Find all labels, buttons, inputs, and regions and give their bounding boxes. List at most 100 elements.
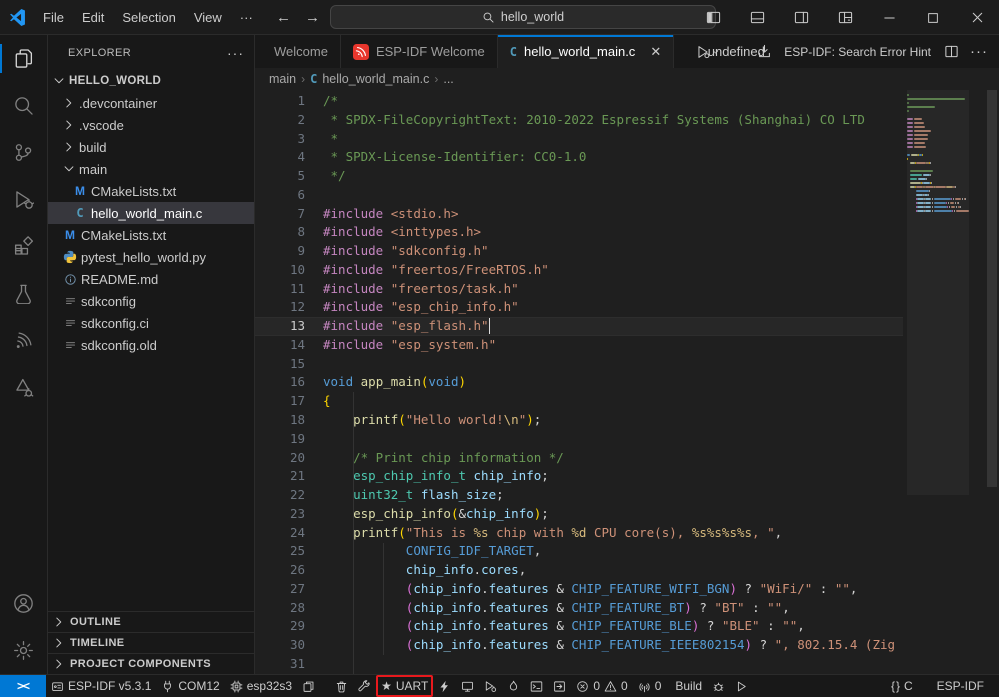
- command-center-search[interactable]: hello_world: [330, 5, 716, 29]
- nav-back-icon[interactable]: ←: [276, 9, 291, 26]
- status-debug-alt[interactable]: [707, 675, 730, 697]
- layout-bottom-icon[interactable]: [735, 0, 779, 35]
- file-sdkconfig.ci[interactable]: sdkconfig.ci: [48, 312, 254, 334]
- status-debug-device[interactable]: [479, 675, 502, 697]
- file-label: main: [79, 162, 107, 177]
- status-serial-port[interactable]: COM12: [156, 675, 224, 697]
- breadcrumb[interactable]: main›Chello_world_main.c›...: [255, 68, 999, 90]
- title-bar: FileEditSelectionView··· ← → hello_world: [0, 0, 999, 35]
- file-label: CMakeLists.txt: [81, 228, 166, 243]
- tree-root-hello_world[interactable]: HELLO_WORLD: [48, 70, 254, 92]
- terminal-status-icon: [530, 680, 543, 693]
- menu-[interactable]: ···: [231, 0, 262, 35]
- activity-accounts[interactable]: [0, 580, 47, 627]
- activity-explorer[interactable]: [0, 35, 47, 82]
- folder-.devcontainer[interactable]: .devcontainer: [48, 92, 254, 114]
- editor-settings-button[interactable]: undefined: [724, 40, 748, 64]
- section-project-components[interactable]: PROJECT COMPONENTS: [48, 653, 254, 674]
- line-number: 30: [255, 636, 305, 655]
- folder-.vscode[interactable]: .vscode: [48, 114, 254, 136]
- code-line-11: 11#include "freertos/task.h": [255, 280, 903, 299]
- line-number: 2: [255, 111, 305, 130]
- tab-hello_world_main.c[interactable]: Chello_world_main.c✕: [498, 35, 674, 68]
- status-custom-task[interactable]: [353, 675, 376, 697]
- menu-file[interactable]: File: [34, 0, 73, 35]
- status-language-mode[interactable]: { }C: [886, 675, 918, 697]
- activity-search[interactable]: [0, 82, 47, 129]
- explorer-more-actions-icon[interactable]: ···: [227, 45, 244, 61]
- activity-esp-idf[interactable]: [0, 317, 47, 364]
- tab-welcome[interactable]: Welcome: [255, 35, 341, 68]
- status-run-app[interactable]: [730, 675, 753, 697]
- breadcrumb-segment[interactable]: ...: [443, 72, 453, 86]
- layout-right-icon[interactable]: [779, 0, 823, 35]
- activity-testing[interactable]: [0, 270, 47, 317]
- tab-esp-idf-welcome[interactable]: ESP-IDF Welcome: [341, 35, 498, 68]
- status-problems[interactable]: 00: [571, 675, 632, 697]
- editor-scrollbar[interactable]: [985, 90, 999, 674]
- nav-forward-icon[interactable]: →: [305, 9, 320, 26]
- file-sdkconfig.old[interactable]: sdkconfig.old: [48, 334, 254, 356]
- code-line-16: 16void app_main(void): [255, 373, 903, 392]
- section-outline[interactable]: OUTLINE: [48, 611, 254, 632]
- minimize-icon[interactable]: [867, 0, 911, 35]
- line-number: 8: [255, 223, 305, 242]
- activity-settings[interactable]: [0, 627, 47, 674]
- file-CMakeLists.txt[interactable]: MCMakeLists.txt: [48, 180, 254, 202]
- antenna-status-icon: [638, 680, 651, 693]
- flame-status-icon: [507, 680, 520, 693]
- status-monitor-device[interactable]: [456, 675, 479, 697]
- status-monitor-method-uart[interactable]: ★UART: [376, 675, 433, 697]
- menu-selection[interactable]: Selection: [113, 0, 184, 35]
- status-erase-flash[interactable]: [502, 675, 525, 697]
- cmake-file-icon: M: [72, 184, 88, 198]
- code-line-5: 5 */: [255, 167, 903, 186]
- line-number: 26: [255, 561, 305, 580]
- folder-main[interactable]: main: [48, 158, 254, 180]
- install-button[interactable]: [752, 40, 776, 64]
- status-full-clean[interactable]: [330, 675, 353, 697]
- status-open-serial[interactable]: [548, 675, 571, 697]
- status-flash-device[interactable]: [433, 675, 456, 697]
- activity-run-and-debug[interactable]: [0, 176, 47, 223]
- line-number: 4: [255, 148, 305, 167]
- status-build[interactable]: Build: [666, 675, 707, 697]
- file-CMakeLists.txt[interactable]: MCMakeLists.txt: [48, 224, 254, 246]
- split-editor-button[interactable]: [939, 40, 963, 64]
- status-espidf-version[interactable]: ESP-IDF v5.3.1: [46, 675, 156, 697]
- layout-custom-icon[interactable]: [823, 0, 867, 35]
- code-editor[interactable]: 1/*2 * SPDX-FileCopyrightText: 2010-2022…: [255, 90, 999, 674]
- folder-build[interactable]: build: [48, 136, 254, 158]
- menu-edit[interactable]: Edit: [73, 0, 113, 35]
- more-actions-button[interactable]: ···: [967, 40, 991, 64]
- board-status-icon: [51, 680, 64, 693]
- status-device-target[interactable]: esp32s3: [225, 675, 297, 697]
- activity-source-control[interactable]: [0, 129, 47, 176]
- menu-view[interactable]: View: [185, 0, 231, 35]
- section-timeline[interactable]: TIMELINE: [48, 632, 254, 653]
- file-pytest_hello_world.py[interactable]: pytest_hello_world.py: [48, 246, 254, 268]
- status-terminal[interactable]: [525, 675, 548, 697]
- status-menuconfig[interactable]: [320, 675, 330, 697]
- code-line-7: 7#include <stdio.h>: [255, 205, 903, 224]
- status-extension-name[interactable]: ESP-IDF: [932, 675, 989, 697]
- play-status-icon: [735, 680, 748, 693]
- status-flash-method[interactable]: [297, 675, 320, 697]
- maximize-icon[interactable]: [911, 0, 955, 35]
- file-README.md[interactable]: README.md: [48, 268, 254, 290]
- breadcrumb-segment[interactable]: hello_world_main.c: [322, 72, 429, 86]
- status-remote[interactable]: ><: [0, 675, 46, 697]
- breadcrumb-segment[interactable]: main: [269, 72, 296, 86]
- minimap-slider[interactable]: [907, 90, 969, 495]
- c-tab-icon: C: [510, 45, 517, 59]
- file-hello_world_main.c[interactable]: Chello_world_main.c: [48, 202, 254, 224]
- activity-esp-idf-explorer[interactable]: [0, 364, 47, 411]
- close-tab-icon[interactable]: ✕: [650, 44, 661, 60]
- layout-left-icon[interactable]: [691, 0, 735, 35]
- activity-extensions[interactable]: [0, 223, 47, 270]
- status-ports[interactable]: 0: [633, 675, 667, 697]
- close-icon[interactable]: [955, 0, 999, 35]
- line-number: 19: [255, 430, 305, 449]
- file-sdkconfig[interactable]: sdkconfig: [48, 290, 254, 312]
- espidf-search-error-hint-button[interactable]: ESP-IDF: Search Error Hint: [780, 45, 935, 59]
